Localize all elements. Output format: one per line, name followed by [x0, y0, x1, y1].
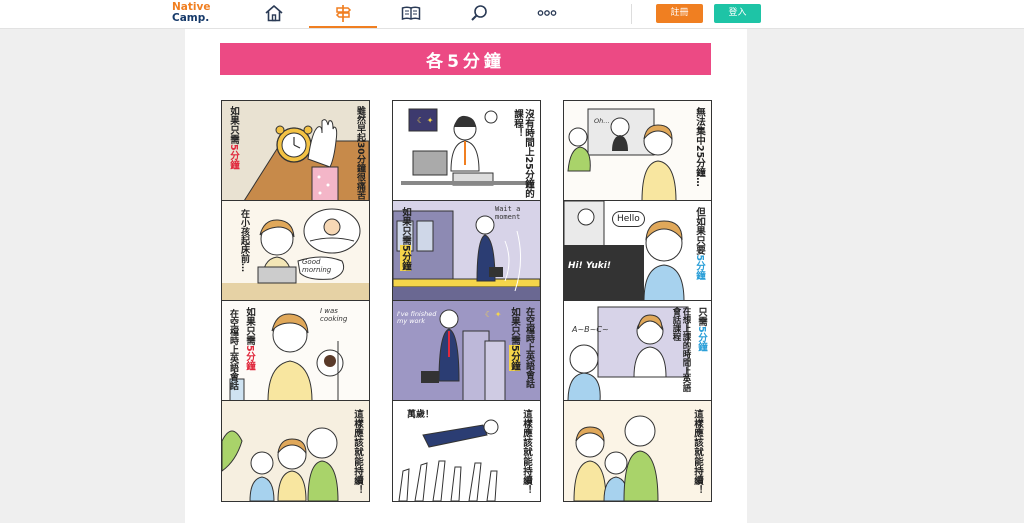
comic-panel: 雖然早起30分鐘很痛苦 如果只需5分鐘 — [222, 101, 369, 201]
comic-panel: A~B~C~ 只需5分鐘 在想上課的時間上英語會話課程 — [564, 301, 711, 401]
svg-text:☾ ✦: ☾ ✦ — [485, 310, 502, 319]
caption: 在空檔時上英語會話 — [524, 307, 534, 388]
comic-panel: Oh… 無法集中25分鐘… — [564, 101, 711, 201]
caption: 沒有時間上25分鐘的課程！ — [512, 109, 534, 199]
nav-search[interactable] — [464, 2, 494, 24]
nav-more[interactable] — [532, 2, 562, 24]
svg-text:☾ ✦: ☾ ✦ — [417, 116, 434, 125]
nav-active-indicator — [309, 26, 377, 28]
caption-highlight: 5分鐘 — [509, 345, 520, 371]
caption-prefix: 只需 — [696, 307, 707, 326]
caption-prefix: 如果只需 — [244, 307, 255, 345]
caption-highlight: 5分鐘 — [228, 144, 239, 170]
comic-panel: 在空檔時上英語會話 如果只需5分鐘 I was cooking — [222, 301, 369, 401]
caption: 無法集中25分鐘… — [694, 107, 705, 187]
caption-highlight: 5分鐘 — [400, 245, 411, 271]
caption: 在想上課的時間上英語會話課程 — [671, 307, 691, 392]
family-illustration — [564, 401, 711, 501]
caption: 但如果只要5分鐘 — [694, 207, 705, 280]
comic-strip-1: 雖然早起30分鐘很痛苦 如果只需5分鐘 在小孩起床前… Good morning — [221, 100, 370, 502]
section-banner: 各5分鐘 — [220, 43, 711, 75]
native-camp-logo[interactable]: Native Camp. — [172, 2, 210, 24]
speech-bubble: I was cooking — [320, 307, 348, 323]
caption-highlight: 5分鐘 — [694, 254, 705, 281]
caption-highlight: 5分鐘 — [244, 345, 255, 371]
caption: 如果只需5分鐘 — [244, 307, 255, 371]
comic-panel: ☾ ✦ 沒有時間上25分鐘的課程！ — [393, 101, 540, 201]
caption-prefix: 如果只需 — [509, 307, 520, 345]
comic-strip-3: Oh… 無法集中25分鐘… Hello Hi! Yuki! 但如果只要5分鐘 A… — [563, 100, 712, 502]
family-illustration — [222, 401, 369, 501]
comic-strip-2: ☾ ✦ 沒有時間上25分鐘的課程！ 如果只需5分鐘 Wait a moment — [392, 100, 541, 502]
caption: 如果只需5分鐘 — [400, 207, 411, 271]
header-divider — [631, 4, 632, 24]
caption: 如果只需5分鐘 — [228, 106, 239, 170]
caption: 在空檔時上英語會話 — [228, 309, 238, 390]
book-icon — [401, 6, 421, 21]
comic-panel: Hello Hi! Yuki! 但如果只要5分鐘 — [564, 201, 711, 301]
alarm-clock-illustration — [222, 101, 369, 200]
nav-home[interactable] — [259, 2, 289, 24]
signpost-icon — [335, 5, 352, 22]
speech-bubble: A~B~C~ — [572, 325, 609, 334]
shout-text: 萬歲！ — [407, 410, 435, 420]
comic-panel: 這樣應該就能持續！ — [222, 401, 369, 501]
speech-bubble: Good morning — [302, 258, 332, 274]
top-navigation-bar: Native Camp. 註冊 登入 — [0, 0, 1024, 29]
home-icon — [265, 5, 283, 22]
caption-highlight: 5分鐘 — [696, 326, 707, 352]
search-icon — [471, 5, 487, 21]
nav-guide[interactable] — [328, 2, 358, 24]
caption: 只需5分鐘 — [696, 307, 707, 352]
distracted-mother-illustration — [564, 101, 711, 200]
caption-prefix: 但如果只要 — [694, 207, 705, 255]
signup-button[interactable]: 註冊 — [656, 4, 703, 23]
caption: 這樣應該就能持續！ — [352, 409, 363, 495]
speech-bubble: Hi! Yuki! — [568, 261, 611, 271]
caption-prefix: 如果只需 — [400, 207, 411, 245]
speech-bubble: Wait a moment — [495, 205, 521, 221]
comic-panel: 萬歲！ 這樣應該就能持續！ — [393, 401, 540, 501]
comic-panel: 這樣應該就能持續！ — [564, 401, 711, 501]
comic-panel: ☾ ✦ I've finished my work 如果只需5分鐘 在空檔時上英… — [393, 301, 540, 401]
caption: 如果只需5分鐘 — [509, 307, 520, 371]
speech-bubble: Hello — [612, 211, 645, 227]
comic-panel: 在小孩起床前… Good morning — [222, 201, 369, 301]
caption: 雖然早起30分鐘很痛苦 — [355, 106, 365, 200]
caption: 在小孩起床前… — [239, 209, 249, 272]
speech-bubble: I've finished my work — [397, 310, 437, 325]
more-icon — [537, 10, 557, 16]
caption-prefix: 如果只需 — [228, 106, 239, 144]
comic-panel: 如果只需5分鐘 Wait a moment — [393, 201, 540, 301]
nav-textbook[interactable] — [396, 2, 426, 24]
caption: 這樣應該就能持續！ — [692, 409, 703, 495]
logo-line-2: Camp. — [172, 12, 210, 24]
caption: 這樣應該就能持續！ — [521, 409, 532, 495]
speech-bubble: Oh… — [594, 117, 610, 125]
login-button[interactable]: 登入 — [714, 4, 761, 23]
